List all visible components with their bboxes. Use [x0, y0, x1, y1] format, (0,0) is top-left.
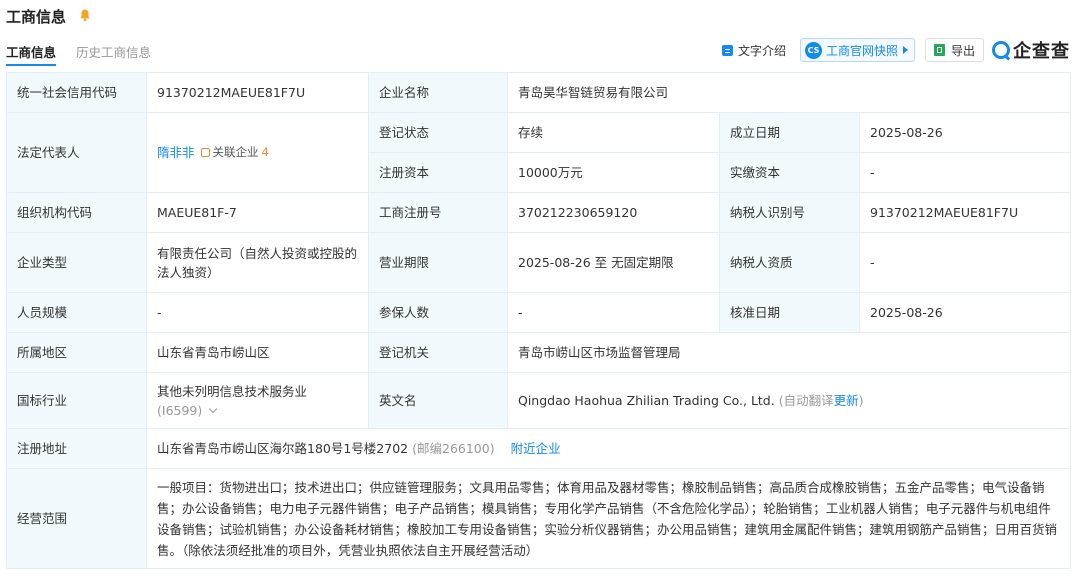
- company-name-label: 企业名称: [368, 72, 508, 113]
- legal-rep-link[interactable]: 隋非非: [157, 145, 195, 160]
- reg-no-label: 工商注册号: [368, 192, 508, 233]
- reg-status-label: 登记状态: [368, 112, 508, 153]
- bell-icon[interactable]: [78, 8, 92, 22]
- auto-translate-note: (自动翻译: [778, 393, 834, 408]
- reg-status-value: 存续: [507, 112, 720, 153]
- address-value: 山东省青岛市崂山区海尔路180号1号楼2702: [157, 441, 409, 456]
- brand-name: 企查查: [1013, 41, 1070, 62]
- export-button[interactable]: 导出: [924, 38, 984, 62]
- taxpayer-id-value: 91370212MAEUE81F7U: [858, 192, 1072, 233]
- org-code-value: MAEUE81F-7: [146, 192, 369, 233]
- region-label: 所属地区: [6, 332, 147, 373]
- reg-capital-value: 10000万元: [507, 152, 720, 193]
- chevron-down-icon[interactable]: [209, 404, 218, 413]
- company-name-value: 青岛昊华智链贸易有限公司: [506, 72, 1072, 113]
- document-icon: [721, 44, 733, 56]
- founded-label: 成立日期: [719, 112, 860, 153]
- founded-value: 2025-08-26: [858, 112, 1072, 153]
- export-label: 导出: [950, 43, 975, 58]
- paid-capital-label: 实缴资本: [719, 152, 860, 193]
- address-label: 注册地址: [6, 428, 147, 469]
- table-row: 经营范围 一般项目：货物进出口；技术进出口；供应链管理服务；文具用品零售；体育用…: [6, 468, 1072, 569]
- authority-label: 登记机关: [368, 332, 508, 373]
- scope-label: 经营范围: [6, 468, 147, 569]
- table-row: 企业类型 有限责任公司（自然人投资或控股的法人独资） 营业期限 2025-08-…: [6, 232, 1072, 293]
- business-info-table: 统一社会信用代码 91370212MAEUE81F7U 企业名称 青岛昊华智链贸…: [6, 72, 1072, 569]
- toolbar: 文字介绍 CS 工商官网快照 导出 企查查: [721, 37, 1070, 63]
- qichacha-logo-icon: [992, 41, 1010, 59]
- tab-history-business-info[interactable]: 历史工商信息: [76, 42, 151, 61]
- staff-label: 人员规模: [6, 292, 147, 333]
- english-name-cell: Qingdao Haohua Zhilian Trading Co., Ltd.…: [506, 372, 1072, 429]
- text-intro-label: 文字介绍: [737, 43, 786, 58]
- related-companies-count: 4: [261, 145, 269, 159]
- company-type-label: 企业类型: [6, 232, 147, 293]
- term-value: 2025-08-26 至 无固定期限: [507, 232, 720, 293]
- section-header: 工商信息: [0, 0, 1080, 34]
- staff-value: -: [146, 292, 369, 333]
- official-snapshot-button[interactable]: CS 工商官网快照: [799, 38, 915, 62]
- reg-capital-label: 注册资本: [368, 152, 508, 193]
- text-intro-button[interactable]: 文字介绍: [721, 42, 786, 59]
- credit-code-label: 统一社会信用代码: [6, 72, 147, 113]
- insured-value: -: [507, 292, 720, 333]
- insured-label: 参保人数: [368, 292, 508, 333]
- nearby-companies-link[interactable]: 附近企业: [511, 441, 561, 456]
- play-arrow-icon: [902, 46, 908, 54]
- official-snapshot-label: 工商官网快照: [825, 43, 898, 58]
- related-companies-label: 关联企业: [212, 145, 259, 159]
- company-type-value: 有限责任公司（自然人投资或控股的法人独资）: [146, 232, 369, 293]
- legal-rep-cell: 隋非非 关联企业 4: [146, 112, 369, 193]
- english-name-value: Qingdao Haohua Zhilian Trading Co., Ltd.: [518, 393, 775, 408]
- table-row: 组织机构代码 MAEUE81F-7 工商注册号 370212230659120 …: [6, 192, 1072, 233]
- section-title: 工商信息: [6, 8, 67, 26]
- table-row: 人员规模 - 参保人数 - 核准日期 2025-08-26: [6, 292, 1072, 333]
- industry-value: 其他未列明信息技术服务业: [157, 383, 308, 399]
- taxpayer-qual-label: 纳税人资质: [719, 232, 860, 293]
- table-row: 法定代表人 隋非非 关联企业 4 登记状态 存续 成立日期 2025-08-26: [6, 112, 1072, 193]
- paid-capital-value: -: [858, 152, 1072, 193]
- close-paren: ): [858, 393, 864, 408]
- table-row: 所属地区 山东省青岛市崂山区 登记机关 青岛市崂山区市场监督管理局: [6, 332, 1072, 373]
- postcode-value: (邮编266100): [412, 441, 495, 456]
- table-row: 国标行业 其他未列明信息技术服务业 (I6599) 英文名 Qingdao Ha…: [6, 372, 1072, 429]
- taxpayer-qual-value: -: [858, 232, 1072, 293]
- approved-label: 核准日期: [719, 292, 860, 333]
- brand-logo: 企查查: [992, 37, 1070, 63]
- industry-label: 国标行业: [6, 372, 147, 429]
- industry-cell: 其他未列明信息技术服务业 (I6599): [146, 372, 369, 429]
- term-label: 营业期限: [368, 232, 508, 293]
- credit-code-value: 91370212MAEUE81F7U: [146, 72, 369, 113]
- approved-value: 2025-08-26: [858, 292, 1072, 333]
- table-row: 注册地址 山东省青岛市崂山区海尔路180号1号楼2702 (邮编266100) …: [6, 428, 1072, 469]
- authority-value: 青岛市崂山区市场监督管理局: [506, 332, 1072, 373]
- industry-code: (I6599): [157, 402, 203, 418]
- related-companies-icon: [200, 148, 210, 157]
- reg-no-value: 370212230659120: [507, 192, 720, 233]
- table-row: 统一社会信用代码 91370212MAEUE81F7U 企业名称 青岛昊华智链贸…: [6, 72, 1072, 113]
- legal-rep-label: 法定代表人: [6, 112, 147, 193]
- taxpayer-id-label: 纳税人识别号: [719, 192, 860, 233]
- update-translation-link[interactable]: 更新: [834, 393, 859, 408]
- scope-value: 一般项目：货物进出口；技术进出口；供应链管理服务；文具用品零售；体育用品及器材零…: [145, 468, 1072, 569]
- address-cell: 山东省青岛市崂山区海尔路180号1号楼2702 (邮编266100) 附近企业: [145, 428, 1072, 469]
- org-code-label: 组织机构代码: [6, 192, 147, 233]
- excel-icon: [933, 44, 945, 56]
- tab-business-info[interactable]: 工商信息: [6, 42, 57, 66]
- region-value: 山东省青岛市崂山区: [146, 332, 369, 373]
- snapshot-logo-icon: CS: [804, 41, 822, 59]
- related-companies-badge[interactable]: 关联企业 4: [200, 143, 269, 162]
- english-name-label: 英文名: [368, 372, 508, 429]
